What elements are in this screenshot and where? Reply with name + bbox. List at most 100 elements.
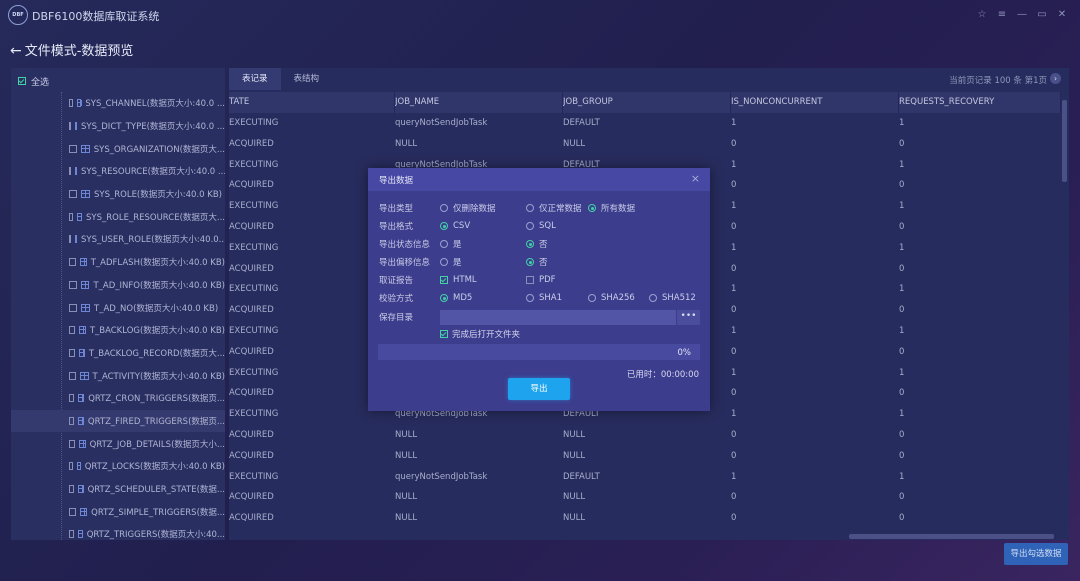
checkbox-icon[interactable] (69, 371, 77, 380)
tab-0[interactable]: 表记录 (229, 68, 281, 90)
checkbox-icon[interactable] (69, 416, 75, 425)
report-option[interactable]: HTML (440, 275, 477, 285)
export-type-option[interactable]: 仅正常数据 (526, 202, 582, 214)
checkbox-icon[interactable] (69, 462, 73, 471)
checkbox-icon[interactable] (69, 348, 75, 357)
column-header[interactable]: IS_NONCONCURRENT (731, 92, 899, 113)
checkbox-icon[interactable] (69, 394, 75, 403)
dialog-close-icon[interactable]: × (691, 173, 700, 185)
checkbox-icon[interactable] (69, 258, 76, 267)
tree-item[interactable]: T_ACTIVITY(数据页大小:40.0 KB) (11, 364, 225, 387)
export-selected-button[interactable]: 导出勾选数据 (1004, 543, 1068, 565)
checkbox-icon[interactable] (440, 276, 448, 284)
checkbox-icon[interactable] (440, 330, 448, 338)
radio-icon[interactable] (440, 222, 448, 230)
radio-icon[interactable] (649, 294, 657, 302)
radio-icon[interactable] (440, 240, 448, 248)
minimize-icon[interactable]: — (1015, 8, 1029, 22)
tree-item[interactable]: SYS_ORGANIZATION(数据页大... (11, 137, 225, 160)
open-folder-checkbox[interactable]: 完成后打开文件夹 (440, 328, 520, 340)
checkbox-icon[interactable] (69, 326, 76, 335)
next-page-icon[interactable]: › (1050, 73, 1061, 84)
export-type-option[interactable]: 仅删除数据 (440, 202, 496, 214)
tree-item[interactable]: SYS_ROLE_RESOURCE(数据页大... (11, 205, 225, 228)
export-status-option[interactable]: 否 (526, 238, 548, 250)
radio-icon[interactable] (526, 204, 534, 212)
radio-icon[interactable] (588, 294, 596, 302)
tree-item[interactable]: QRTZ_CRON_TRIGGERS(数据页... (11, 387, 225, 410)
table-row[interactable]: ACQUIRED NULL NULL 0 0 (229, 508, 1061, 529)
checkbox-icon[interactable] (69, 485, 75, 494)
tree-item[interactable]: SYS_ROLE(数据页大小:40.0 KB) (11, 183, 225, 206)
checksum-option[interactable]: SHA1 (526, 293, 562, 303)
tree-item[interactable]: T_AD_INFO(数据页大小:40.0 KB) (11, 274, 225, 297)
checkbox-icon[interactable] (69, 167, 71, 176)
column-header[interactable]: JOB_NAME (395, 92, 563, 113)
column-header[interactable]: JOB_GROUP (563, 92, 731, 113)
tree-item[interactable]: QRTZ_JOB_DETAILS(数据页大小... (11, 432, 225, 455)
table-row[interactable]: ACQUIRED NULL NULL 0 0 (229, 425, 1061, 446)
export-status-option[interactable]: 是 (440, 238, 462, 250)
checkbox-icon[interactable] (69, 439, 75, 448)
radio-icon[interactable] (440, 294, 448, 302)
skin-icon[interactable]: ☆ (975, 8, 989, 22)
export-format-option[interactable]: SQL (526, 221, 556, 231)
table-row[interactable]: ACQUIRED NULL NULL 0 0 (229, 487, 1061, 508)
grid-vertical-scrollbar[interactable] (1062, 100, 1067, 182)
maximize-icon[interactable]: ▭ (1035, 8, 1049, 22)
checkbox-icon[interactable] (69, 303, 77, 312)
table-row[interactable]: ACQUIRED NULL NULL 0 0 (229, 446, 1061, 467)
tree-item[interactable]: T_BACKLOG_RECORD(数据页大... (11, 342, 225, 365)
checksum-option[interactable]: SHA512 (649, 293, 696, 303)
export-format-option[interactable]: CSV (440, 221, 470, 231)
table-row[interactable]: EXECUTING queryNotSendJobTask DEFAULT 1 1 (229, 113, 1061, 134)
tree-item[interactable]: QRTZ_SCHEDULER_STATE(数据... (11, 478, 225, 501)
checkbox-icon[interactable] (69, 212, 74, 221)
radio-icon[interactable] (588, 204, 596, 212)
tree-item[interactable]: T_BACKLOG(数据页大小:40.0 KB) (11, 319, 225, 342)
browse-button[interactable]: ••• (676, 310, 700, 325)
tree-item[interactable]: SYS_DICT_TYPE(数据页大小:40.0 ... (11, 115, 225, 138)
checkbox-icon[interactable] (69, 530, 74, 539)
report-option[interactable]: PDF (526, 275, 556, 285)
tab-1[interactable]: 表结构 (281, 68, 333, 90)
radio-icon[interactable] (440, 258, 448, 266)
tree-item[interactable]: SYS_CHANNEL(数据页大小:40.0 ... (11, 92, 225, 115)
select-all-checkbox[interactable]: 全选 (18, 74, 49, 88)
checkbox-icon[interactable] (526, 276, 534, 284)
tree-item[interactable]: SYS_RESOURCE(数据页大小:40.0 ... (11, 160, 225, 183)
radio-icon[interactable] (440, 204, 448, 212)
checkbox-icon[interactable] (69, 99, 74, 108)
tree-item[interactable]: QRTZ_LOCKS(数据页大小:40.0 KB) (11, 455, 225, 478)
checkbox-icon[interactable] (69, 144, 77, 153)
tree-item[interactable]: T_AD_NO(数据页大小:40.0 KB) (11, 296, 225, 319)
checkbox-icon[interactable] (69, 122, 72, 131)
menu-icon[interactable]: ≡ (995, 8, 1009, 22)
close-icon[interactable]: ✕ (1055, 8, 1069, 22)
save-dir-input[interactable] (440, 310, 676, 325)
radio-icon[interactable] (526, 294, 534, 302)
tree-item[interactable]: QRTZ_TRIGGERS(数据页大小:40... (11, 523, 225, 540)
table-row[interactable]: ACQUIRED NULL NULL 0 0 (229, 134, 1061, 155)
checksum-option[interactable]: MD5 (440, 293, 472, 303)
checkbox-icon[interactable] (69, 507, 76, 516)
column-header[interactable]: TATE (229, 92, 395, 113)
tree-item[interactable]: T_ADFLASH(数据页大小:40.0 KB) (11, 251, 225, 274)
grid-horizontal-scrollbar[interactable] (849, 534, 1054, 539)
tree-item[interactable]: QRTZ_SIMPLE_TRIGGERS(数据... (11, 500, 225, 523)
checkbox-icon[interactable] (69, 235, 71, 244)
export-button[interactable]: 导出 (508, 378, 570, 400)
tree-item[interactable]: QRTZ_FIRED_TRIGGERS(数据页... (11, 409, 225, 433)
radio-icon[interactable] (526, 240, 534, 248)
table-row[interactable]: EXECUTING queryNotSendJobTask DEFAULT 1 1 (229, 467, 1061, 488)
export-type-option[interactable]: 所有数据 (588, 202, 635, 214)
radio-icon[interactable] (526, 258, 534, 266)
checksum-option[interactable]: SHA256 (588, 293, 635, 303)
column-header[interactable]: REQUESTS_RECOVERY (899, 92, 1061, 113)
radio-icon[interactable] (526, 222, 534, 230)
export-offset-option[interactable]: 是 (440, 256, 462, 268)
checkbox-icon[interactable] (69, 280, 77, 289)
checkbox-icon[interactable] (69, 190, 77, 199)
tree-item[interactable]: SYS_USER_ROLE(数据页大小:40.0... (11, 228, 225, 251)
checkbox-icon[interactable] (18, 77, 26, 85)
